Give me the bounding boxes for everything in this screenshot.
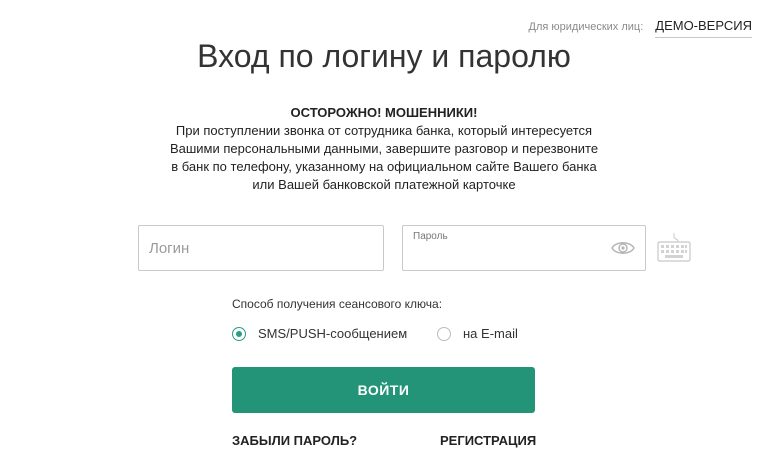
radio-option-email[interactable]: на E-mail [437, 326, 518, 341]
login-input[interactable] [139, 226, 383, 270]
fraud-warning: ОСТОРОЖНО! МОШЕННИКИ! При поступлении зв… [0, 104, 768, 194]
forgot-password-link[interactable]: ЗАБЫЛИ ПАРОЛЬ? [232, 433, 357, 448]
password-label: Пароль [413, 231, 448, 242]
warning-line: При поступлении звонка от сотрудника бан… [175, 123, 593, 138]
password-field: Пароль [402, 225, 646, 271]
warning-line: или Вашей банковской платежной карточке [252, 177, 516, 192]
registration-link[interactable]: РЕГИСТРАЦИЯ [440, 433, 536, 448]
page-title: Вход по логину и паролю [197, 38, 571, 74]
radio-button-email[interactable] [437, 326, 451, 341]
warning-heading: ОСТОРОЖНО! МОШЕННИКИ! [290, 105, 478, 120]
radio-option-sms[interactable]: SMS/PUSH-сообщением [232, 326, 407, 341]
session-key-label: Способ получения сеансового ключа: [232, 297, 443, 311]
warning-line: Вашими персональными данными, завершите … [169, 141, 599, 156]
login-field [138, 225, 384, 271]
login-button[interactable]: ВОЙТИ [232, 367, 535, 413]
eye-icon[interactable] [611, 238, 635, 258]
radio-label-sms: SMS/PUSH-сообщением [258, 326, 408, 341]
top-bar: Для юридических лиц: ДЕМО-ВЕРСИЯ [529, 18, 752, 38]
warning-line: в банк по телефону, указанному на официа… [171, 159, 597, 174]
demo-version-link[interactable]: ДЕМО-ВЕРСИЯ [655, 18, 752, 38]
password-input[interactable] [413, 246, 607, 270]
radio-label-email: на E-mail [463, 326, 518, 341]
legal-entities-label: Для юридических лиц: [528, 21, 644, 33]
radio-button-sms[interactable] [232, 326, 246, 341]
keyboard-icon[interactable] [656, 231, 692, 263]
